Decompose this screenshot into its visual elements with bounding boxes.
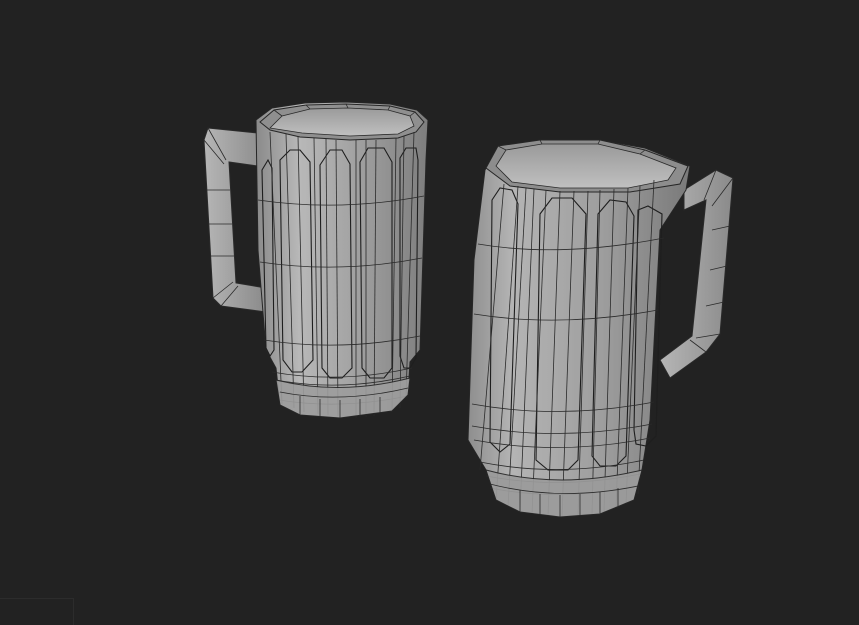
viewport-corner-panel xyxy=(0,598,74,625)
mug-right[interactable] xyxy=(467,139,734,518)
mug-left[interactable] xyxy=(203,101,429,419)
mug-scene xyxy=(203,101,734,518)
3d-viewport[interactable] xyxy=(0,0,859,625)
